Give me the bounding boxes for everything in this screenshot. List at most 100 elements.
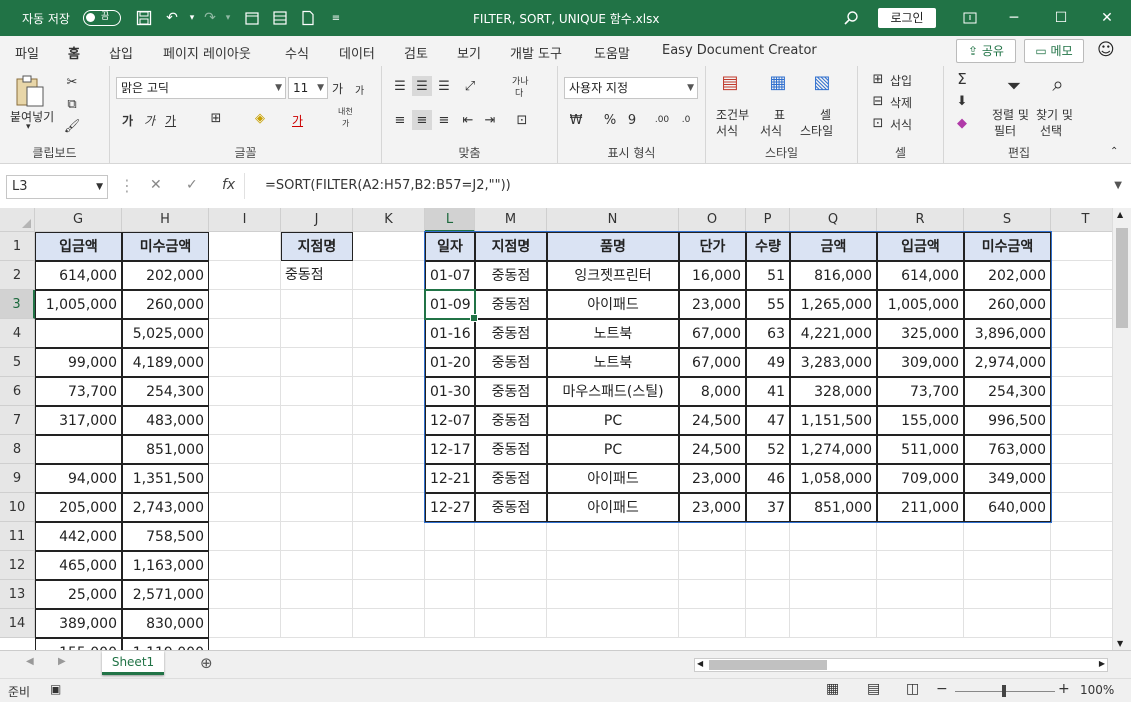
vertical-scroll-thumb[interactable]: [1116, 228, 1128, 328]
cell-j14[interactable]: [281, 609, 353, 638]
cell-h13[interactable]: 2,571,000: [122, 580, 209, 609]
row-header-12[interactable]: 12: [0, 551, 35, 580]
cell-i11[interactable]: [209, 522, 281, 551]
cell-o13[interactable]: [679, 580, 746, 609]
cell-l13[interactable]: [425, 580, 475, 609]
zoom-in-icon[interactable]: +: [1058, 681, 1070, 697]
row-header-13[interactable]: 13: [0, 580, 35, 609]
paste-dropdown-icon[interactable]: ▾: [26, 122, 31, 132]
copy-icon[interactable]: ⧉: [62, 94, 82, 114]
formula-input[interactable]: =SORT(FILTER(A2:H57,B2:B57=J2,"")) ▼: [244, 173, 1128, 199]
new-sheet-icon[interactable]: ⊕: [200, 654, 213, 672]
cell-t5[interactable]: [1051, 348, 1121, 377]
row-header-3[interactable]: 3: [0, 290, 35, 319]
cell-l14[interactable]: [425, 609, 475, 638]
cell-m12[interactable]: [475, 551, 547, 580]
column-header-h[interactable]: H: [122, 208, 209, 232]
cell-k13[interactable]: [353, 580, 425, 609]
save-icon[interactable]: [134, 8, 154, 28]
bold-button[interactable]: 가: [122, 112, 133, 129]
cell-g5[interactable]: 99,000: [35, 348, 122, 377]
cell-k14[interactable]: [353, 609, 425, 638]
cell-t11[interactable]: [1051, 522, 1121, 551]
cell-s13[interactable]: [964, 580, 1051, 609]
fill-color-icon[interactable]: ◈: [250, 108, 270, 128]
conditional-formatting-icon[interactable]: ▤: [720, 72, 740, 93]
cell-styles-button[interactable]: 셀: [820, 106, 831, 123]
customize-toolbar-icon[interactable]: ≡: [326, 8, 346, 28]
normal-view-icon[interactable]: ▦: [826, 681, 839, 697]
insert-function-icon[interactable]: fx: [222, 177, 235, 193]
undo-dropdown-icon[interactable]: ▾: [182, 8, 202, 28]
cell-g3[interactable]: 1,005,000: [35, 290, 122, 319]
cell-j10[interactable]: [281, 493, 353, 522]
horizontal-scroll-thumb[interactable]: [709, 660, 827, 670]
sort-filter-icon[interactable]: ⏷: [1004, 76, 1024, 97]
cell-p14[interactable]: [746, 609, 790, 638]
phonetic-guide-icon[interactable]: 내천: [338, 106, 353, 117]
cell-q11[interactable]: [790, 522, 877, 551]
paste-icon[interactable]: [14, 74, 46, 108]
login-button[interactable]: 로그인: [878, 8, 936, 28]
redo-icon[interactable]: ↷: [200, 8, 220, 28]
cell-h2[interactable]: 202,000: [122, 261, 209, 290]
cell-r13[interactable]: [877, 580, 964, 609]
delete-cells-button[interactable]: 삭제: [890, 94, 912, 111]
cell-t9[interactable]: [1051, 464, 1121, 493]
select-all-button[interactable]: [0, 208, 35, 232]
cell-h14[interactable]: 830,000: [122, 609, 209, 638]
zoom-level[interactable]: 100%: [1080, 683, 1114, 697]
minimize-icon[interactable]: ─: [1004, 8, 1024, 28]
cell-p12[interactable]: [746, 551, 790, 580]
merge-center-icon[interactable]: ⊡: [512, 110, 532, 130]
row-header-2[interactable]: 2: [0, 261, 35, 290]
cell-h15[interactable]: 1,119,000: [122, 638, 209, 650]
column-header-n[interactable]: N: [547, 208, 679, 232]
align-left-icon[interactable]: ≡: [390, 110, 410, 130]
menu-data[interactable]: 데이터: [339, 43, 375, 62]
cell-h8[interactable]: 851,000: [122, 435, 209, 464]
cell-j3[interactable]: [281, 290, 353, 319]
cell-g6[interactable]: 73,700: [35, 377, 122, 406]
cell-p13[interactable]: [746, 580, 790, 609]
cell-g12[interactable]: 465,000: [35, 551, 122, 580]
cell-q13[interactable]: [790, 580, 877, 609]
orientation-icon[interactable]: ⤢: [460, 76, 480, 96]
enter-icon[interactable]: ✓: [186, 177, 198, 193]
delete-cells-icon[interactable]: ⊟: [868, 91, 888, 111]
cell-i1[interactable]: [209, 232, 281, 261]
cell-g9[interactable]: 94,000: [35, 464, 122, 493]
align-bottom-icon[interactable]: ☰: [434, 76, 454, 96]
cell-i4[interactable]: [209, 319, 281, 348]
cell-h4[interactable]: 5,025,000: [122, 319, 209, 348]
menu-view[interactable]: 보기: [457, 43, 481, 62]
page-layout-view-icon[interactable]: ▤: [867, 681, 880, 697]
cell-j7[interactable]: [281, 406, 353, 435]
cell-h12[interactable]: 1,163,000: [122, 551, 209, 580]
menu-home[interactable]: 홈: [66, 43, 82, 69]
accounting-format-icon[interactable]: ₩: [566, 110, 586, 130]
font-color-icon[interactable]: 가: [292, 112, 303, 129]
column-header-j[interactable]: J: [281, 208, 353, 232]
cell-h5[interactable]: 4,189,000: [122, 348, 209, 377]
cell-j5[interactable]: [281, 348, 353, 377]
cell-o11[interactable]: [679, 522, 746, 551]
accessibility-icon[interactable]: ▣: [50, 682, 61, 696]
increase-indent-icon[interactable]: ⇥: [480, 110, 500, 130]
cell-i7[interactable]: [209, 406, 281, 435]
cell-s14[interactable]: [964, 609, 1051, 638]
cell-o14[interactable]: [679, 609, 746, 638]
active-cell-l3[interactable]: [424, 289, 478, 322]
column-header-t[interactable]: T: [1051, 208, 1121, 232]
column-header-k[interactable]: K: [353, 208, 425, 232]
cell-i14[interactable]: [209, 609, 281, 638]
cell-r11[interactable]: [877, 522, 964, 551]
conditional-formatting-button[interactable]: 조건부: [716, 106, 749, 123]
row-header-10[interactable]: 10: [0, 493, 35, 522]
cell-k6[interactable]: [353, 377, 425, 406]
cell-s12[interactable]: [964, 551, 1051, 580]
cell-h7[interactable]: 483,000: [122, 406, 209, 435]
table-icon[interactable]: [270, 8, 290, 28]
column-header-s[interactable]: S: [964, 208, 1051, 232]
format-as-table-button[interactable]: 표: [774, 106, 785, 123]
